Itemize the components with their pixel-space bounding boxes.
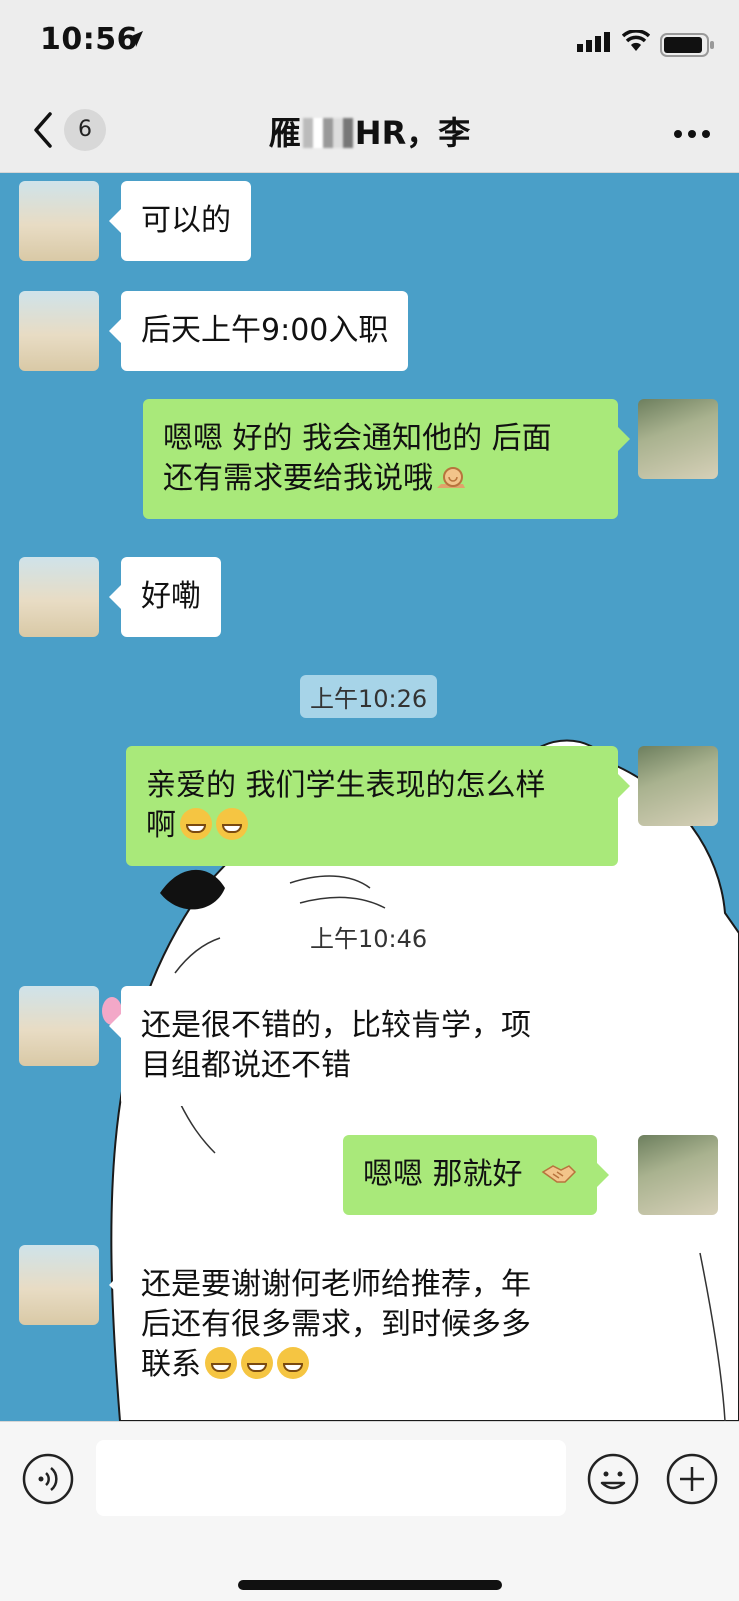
emoji-face-icon[interactable] (587, 1453, 639, 1505)
grin-emoji (205, 1347, 237, 1379)
contact-avatar[interactable] (19, 181, 99, 261)
contact-avatar[interactable] (19, 1245, 99, 1325)
received-message[interactable]: 还是要谢谢何老师给推荐，年 后还有很多需求，到时候多多 联系 (109, 1245, 593, 1405)
message-text: 还有需求要给我说哦 (163, 461, 433, 496)
chat-title: 雁 HR，李 (0, 108, 739, 154)
location-arrow-icon (127, 31, 143, 47)
grin-emoji (216, 808, 248, 840)
status-time: 10:56 (40, 22, 138, 57)
snail-emoji (437, 467, 465, 488)
received-message[interactable]: 还是很不错的，比较肯学，项 目组都说还不错 (109, 986, 593, 1106)
timestamp: 上午10:46 (310, 925, 428, 953)
received-message[interactable]: 可以的 (109, 181, 251, 261)
timestamp: 上午10:26 (300, 675, 438, 718)
message-text: 嗯嗯 好的 我会通知他的 后面 (163, 421, 552, 456)
message-text: 后天上午9:00入职 (141, 313, 389, 348)
contact-avatar[interactable] (19, 986, 99, 1066)
input-toolbar (0, 1421, 739, 1601)
plus-circle-icon[interactable] (666, 1453, 718, 1505)
sent-message[interactable]: 嗯嗯 好的 我会通知他的 后面 还有需求要给我说哦 (143, 399, 630, 519)
wifi-icon (622, 30, 650, 51)
message-text: 目组都说还不错 (141, 1048, 351, 1083)
handshake-emoji (541, 1165, 576, 1183)
grin-emoji (241, 1347, 273, 1379)
contact-avatar[interactable] (19, 291, 99, 371)
message-text: 还是很不错的，比较肯学，项 (141, 1008, 531, 1043)
message-text: 可以的 (141, 203, 231, 238)
grin-emoji (180, 808, 212, 840)
message-text: 亲爱的 我们学生表现的怎么样 (146, 768, 546, 803)
message-text: 好嘞 (141, 579, 201, 614)
battery-icon (660, 33, 714, 57)
message-text: 后还有很多需求，到时候多多 (141, 1307, 531, 1342)
status-bar: 10:56 (0, 0, 739, 88)
chat-title-prefix: 雁 (268, 114, 301, 152)
signal-icon (577, 32, 610, 52)
received-message[interactable]: 好嘞 (109, 557, 221, 637)
my-avatar[interactable] (638, 1135, 718, 1215)
message-text: 啊 (146, 808, 176, 843)
message-text: 嗯嗯 那就好 (363, 1157, 523, 1192)
chat-title-suffix: HR，李 (354, 114, 471, 152)
redacted-mask (302, 118, 353, 148)
message-text: 还是要谢谢何老师给推荐，年 (141, 1267, 531, 1302)
my-avatar[interactable] (638, 399, 718, 479)
my-avatar[interactable] (638, 746, 718, 826)
sent-message[interactable]: 亲爱的 我们学生表现的怎么样 啊 (126, 746, 630, 866)
sent-message[interactable]: 嗯嗯 那就好 (343, 1135, 609, 1215)
chat-message-list[interactable]: 可以的 后天上午9:00入职 嗯嗯 好的 我会通知他的 后面 还有需求要给我说哦… (0, 173, 739, 1421)
contact-avatar[interactable] (19, 557, 99, 637)
home-indicator[interactable] (238, 1580, 502, 1590)
grin-emoji (277, 1347, 309, 1379)
voice-icon[interactable] (22, 1453, 74, 1505)
more-dots-icon[interactable] (672, 128, 712, 140)
message-text: 联系 (141, 1347, 201, 1382)
chat-header: 6 雁 HR，李 (0, 88, 739, 173)
message-input[interactable] (96, 1440, 566, 1516)
received-message[interactable]: 后天上午9:00入职 (108, 291, 409, 371)
